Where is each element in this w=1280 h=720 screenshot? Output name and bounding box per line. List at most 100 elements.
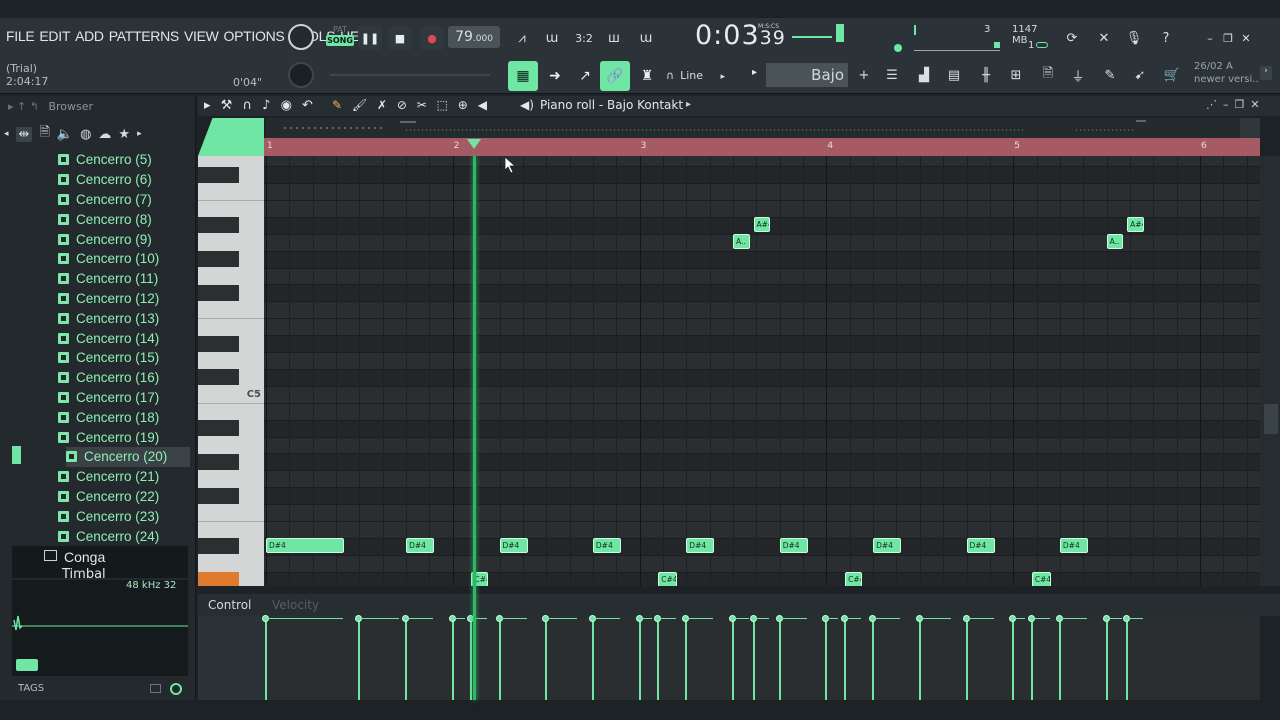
undo-icon[interactable]: ↶ [302,98,316,113]
velocity-stem[interactable] [778,618,781,700]
pencil-icon[interactable]: ✎ [332,98,345,112]
stamp-icon[interactable]: ♜ [632,61,662,91]
snap-mode-select[interactable]: ∩ Line ▸ [666,65,742,87]
wrench-icon[interactable]: ⚒ [221,98,236,113]
tempo-display[interactable]: 79.000 [448,26,500,48]
chevron-right-icon[interactable]: ▸ [137,129,142,139]
close-window-icon[interactable]: ✕ [1250,98,1265,111]
erase-icon[interactable]: ✗ [377,98,390,112]
menu-edit[interactable]: EDIT [39,28,70,48]
piano-black-key[interactable] [198,251,239,268]
note-grid[interactable]: D#4A#3D#4C#4D#4A#3D#4C#4D#4A..A#4D#4C#4D… [264,156,1260,586]
globe-tab-icon[interactable]: ◍ [80,127,91,142]
news-panel[interactable]: 26/02 A newer versi.. [1194,60,1259,86]
velocity-stem[interactable] [752,618,755,700]
record-icon[interactable]: ◉ [281,98,295,113]
note[interactable]: A.. [733,233,750,249]
countdown-icon[interactable]: 3:2 [570,24,598,52]
velocity-stem[interactable] [451,618,454,700]
list-item[interactable]: Cencerro (15) [58,348,190,368]
piano-black-key[interactable] [198,538,239,555]
metronome-icon[interactable]: ⩘ [508,24,536,52]
note[interactable]: A#4 [1127,216,1144,232]
pause-button[interactable]: ❚❚ [358,26,382,50]
plugin-icon[interactable]: ⏚ [1064,61,1092,89]
note[interactable]: C#4 [1031,571,1051,586]
note[interactable]: C#4 [658,571,677,586]
title-chevron-icon[interactable]: ▸ [686,99,691,110]
note[interactable]: C#4 [845,571,862,586]
piano-black-key[interactable] [198,369,239,386]
list-item[interactable]: Cencerro (12) [58,289,190,309]
add-channel-icon[interactable]: + [850,61,878,89]
list-item[interactable]: Cencerro (14) [58,328,190,348]
select-icon[interactable]: ⬚ [437,98,451,112]
list-item[interactable]: Cencerro (5) [58,150,190,170]
velocity-stem[interactable] [358,618,361,700]
browser-folder-timbal[interactable]: Timbal [12,568,188,578]
maximize-window-icon[interactable]: ❐ [1235,98,1251,111]
play-preview-icon[interactable] [16,659,38,671]
close-icon[interactable]: ✕ [1232,24,1260,52]
channel-select[interactable]: Bajo [766,63,848,87]
velocity-stem[interactable] [657,618,660,700]
master-volume-knob[interactable] [288,24,314,50]
list-item[interactable]: Cencerro (23) [58,506,190,526]
velocity-lane[interactable] [262,615,1260,700]
note[interactable]: D#4 [779,537,808,553]
note[interactable]: A#4 [753,216,771,232]
velocity-stem[interactable] [732,618,734,700]
list-item[interactable]: Cencerro (22) [58,487,190,507]
menu-view[interactable]: VIEW [184,28,219,48]
velocity-stem[interactable] [545,618,548,700]
chevron-left-icon[interactable]: ◂ [4,129,9,139]
magnet-icon[interactable]: ∩ [242,98,255,113]
microphone-icon[interactable]: 🎙 [1120,24,1148,52]
wait-for-input-icon[interactable]: ɯ [538,24,566,52]
piano-black-key[interactable] [198,487,239,504]
list-item[interactable]: Cencerro (13) [58,308,190,328]
note[interactable]: D#4 [873,537,902,553]
channel-rack-icon[interactable]: ▤ [940,61,968,89]
list-item[interactable]: Cencerro (17) [58,388,190,408]
playhead[interactable] [473,156,477,700]
list-item[interactable]: Cencerro (18) [58,407,190,427]
speaker-tab-icon[interactable]: 🔈 [57,127,73,142]
note[interactable]: D#4 [1059,537,1088,553]
browser-folder-conga[interactable]: Conga [12,546,188,568]
list-item[interactable]: Cencerro (16) [58,368,190,388]
step-edit-icon[interactable]: ш [600,24,628,52]
refresh-icon[interactable]: ⟳ [1058,24,1086,52]
piano-black-key[interactable] [198,335,239,352]
note[interactable]: D#4 [266,537,345,553]
velocity-stem[interactable] [844,618,847,700]
list-item[interactable]: Cencerro (21) [58,467,190,487]
bird-icon[interactable]: ➹ [1126,61,1154,89]
timeline-ruler[interactable]: 1 2 3 4 5 6 [264,138,1260,156]
horizontal-scrollbar[interactable] [1240,118,1260,138]
tags-label[interactable]: TAGS [18,683,44,694]
velocity-stem[interactable] [918,618,921,700]
velocity-stem[interactable] [1126,618,1129,700]
list-item[interactable]: Cencerro (11) [58,269,190,289]
step-sequencer-icon[interactable]: ▟ [910,61,938,89]
velocity-stem[interactable] [1058,618,1061,700]
routing-icon[interactable]: ⊞ [1002,61,1030,89]
velocity-stem[interactable] [591,618,594,700]
news-arrow-icon[interactable]: › [1260,66,1272,80]
tools-icon[interactable]: ✕ [1090,24,1118,52]
vertical-scrollbar[interactable] [1260,156,1280,586]
list-item[interactable]: Cencerro (9) [58,229,190,249]
loop-record-icon[interactable]: ɯ [632,24,660,52]
note[interactable]: D#4 [686,537,715,553]
velocity-stem[interactable] [965,618,968,700]
pat-song-toggle[interactable]: PAT SONG [326,24,354,50]
velocity-stem[interactable] [405,618,408,700]
file-icon[interactable]: 🗎 [1034,61,1062,89]
list-item[interactable]: Cencerro (7) [58,190,190,210]
playhead-marker[interactable] [467,139,482,149]
piano-keyboard[interactable]: C5C4 [198,156,264,586]
mute-icon[interactable]: ⊘ [397,98,410,112]
menu-options[interactable]: OPTIONS [224,28,285,48]
note[interactable]: D#4 [592,537,621,553]
